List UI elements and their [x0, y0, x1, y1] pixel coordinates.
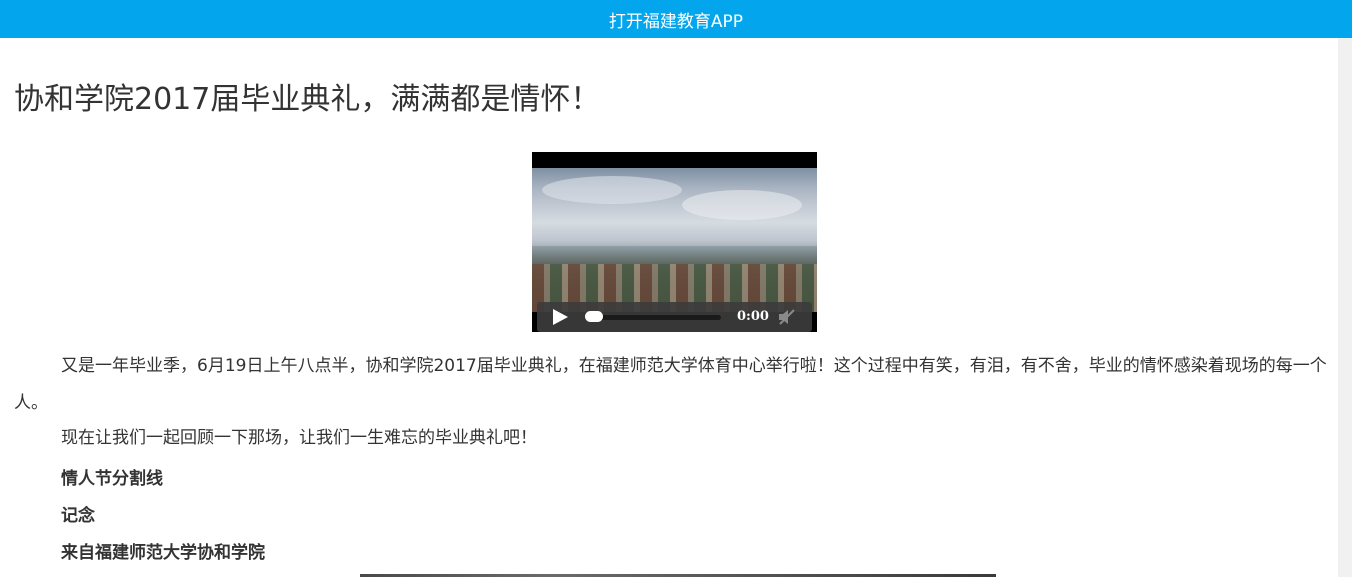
section-heading-memory: 记念 — [61, 506, 95, 526]
video-progress-bar[interactable] — [587, 315, 721, 320]
article-paragraph-2: 现在让我们一起回顾一下那场，让我们一生难忘的毕业典礼吧！ — [61, 428, 537, 448]
section-heading-divider: 情人节分割线 — [61, 469, 163, 489]
play-icon[interactable] — [553, 309, 568, 325]
scrollbar-track[interactable] — [1338, 38, 1352, 577]
open-app-link[interactable]: 打开福建教育APP — [609, 7, 743, 32]
video-controls: 0:00 — [537, 302, 812, 332]
progress-handle[interactable] — [585, 311, 603, 322]
article-paragraph-1: 又是一年毕业季，6月19日上午八点半，协和学院2017届毕业典礼，在福建师范大学… — [14, 356, 1327, 413]
speaker-muted-icon[interactable] — [777, 308, 797, 326]
article-title: 协和学院2017届毕业典礼，满满都是情怀！ — [14, 82, 601, 117]
video-thumbnail — [532, 168, 817, 312]
video-time: 0:00 — [737, 309, 769, 324]
top-banner: 打开福建教育APP — [0, 0, 1352, 38]
section-heading-source: 来自福建师范大学协和学院 — [61, 543, 265, 563]
